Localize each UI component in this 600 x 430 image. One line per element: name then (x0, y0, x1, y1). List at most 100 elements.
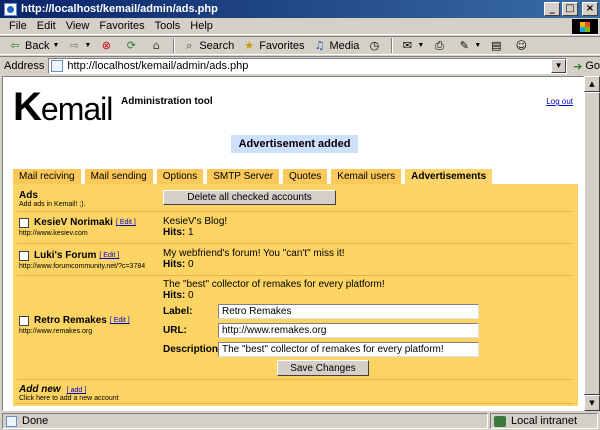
page-subtitle: Administration tool (121, 96, 213, 107)
ad-checkbox[interactable] (19, 217, 29, 228)
address-dropdown-icon[interactable]: ▼ (551, 59, 567, 73)
ad-entry: Luki's Forum [ Edit ] http://www.forumco… (19, 250, 145, 270)
back-dropdown-icon[interactable]: ▼ (52, 42, 59, 49)
go-label: Go (585, 60, 600, 72)
refresh-button[interactable]: ⟳ (120, 37, 145, 54)
tab-options[interactable]: Options (156, 169, 204, 184)
hits-value: 0 (188, 259, 194, 270)
history-button[interactable]: ◷ (363, 37, 388, 54)
status-main: Done (2, 413, 488, 429)
status-zone-text: Local intranet (511, 415, 578, 427)
ad-entry: Retro Remakes [ Edit ] http://www.remake… (19, 315, 130, 335)
ads-title: Ads (19, 190, 38, 201)
forward-button[interactable]: ⇨ ▼ (63, 37, 95, 54)
stop-button[interactable]: ⊗ (95, 37, 120, 54)
scroll-up-icon[interactable]: ▲ (584, 76, 600, 92)
url-input[interactable]: http://www.remakes.org (218, 323, 479, 338)
ad-description: My webfriend's forum! You "can't" miss i… (163, 248, 345, 259)
menu-file[interactable]: File (4, 20, 32, 32)
status-zone: Local intranet (490, 413, 598, 429)
media-button[interactable]: ♫ Media (308, 37, 363, 54)
page-content: Kemail Administration tool Log out Adver… (2, 76, 584, 411)
hits-label: Hits: (163, 227, 186, 238)
minimize-button[interactable]: _ (544, 2, 560, 16)
description-field-label: Description: (163, 344, 222, 355)
ad-edit-link[interactable]: [ Edit ] (116, 219, 136, 226)
tab-smtp-server[interactable]: SMTP Server (207, 169, 280, 184)
ad-name: Luki's Forum (34, 250, 97, 261)
search-label: Search (199, 39, 235, 52)
menu-help[interactable]: Help (185, 20, 218, 32)
ie-page-icon (4, 2, 17, 16)
hits-value: 0 (188, 290, 194, 301)
mail-dropdown-icon[interactable]: ▼ (417, 42, 424, 49)
ad-details: The "best" collector of remakes for ever… (163, 279, 385, 301)
description-input[interactable]: The "best" collector of remakes for ever… (218, 342, 479, 357)
discuss-button[interactable]: ▤ (485, 37, 510, 54)
home-button[interactable]: ⌂ (145, 37, 170, 54)
scroll-thumb[interactable] (584, 92, 600, 395)
ad-edit-link[interactable]: [ Edit ] (99, 252, 119, 259)
menu-favorites[interactable]: Favorites (94, 20, 149, 32)
back-label: Back (25, 39, 50, 52)
ad-checkbox[interactable] (19, 250, 29, 261)
maximize-button[interactable]: □ (562, 2, 578, 16)
tab-advertisements[interactable]: Advertisements (405, 169, 493, 184)
ad-checkbox[interactable] (19, 315, 29, 326)
address-input[interactable]: http://localhost/kemail/admin/ads.php ▼ (48, 58, 568, 74)
ad-edit-link[interactable]: [ Edit ] (110, 317, 130, 324)
address-label: Address (4, 60, 45, 72)
ad-description: The "best" collector of remakes for ever… (163, 279, 385, 290)
hits-label: Hits: (163, 259, 186, 270)
delete-checked-button[interactable]: Delete all checked accounts (163, 190, 336, 205)
mail-button[interactable]: ✉ ▼ (396, 37, 428, 54)
search-button[interactable]: ⌕ Search (178, 37, 238, 54)
scroll-down-icon[interactable]: ▼ (584, 395, 600, 411)
toolbar: ⇦ Back ▼ ⇨ ▼ ⊗ ⟳ ⌂ ⌕ Search ★ Favorites … (0, 36, 600, 55)
save-changes-button[interactable]: Save Changes (277, 360, 369, 376)
favorites-label: Favorites (259, 39, 305, 52)
add-link[interactable]: [ add ] (67, 387, 86, 394)
forward-dropdown-icon[interactable]: ▼ (84, 42, 91, 49)
toolbar-separator (173, 38, 176, 53)
menu-tools[interactable]: Tools (150, 20, 186, 32)
ads-panel: Ads Add ads in Kemail! ;). Delete all ch… (13, 184, 578, 406)
menu-view[interactable]: View (61, 20, 95, 32)
label-input[interactable]: Retro Remakes (218, 304, 479, 319)
vertical-scrollbar[interactable]: ▲ ▼ (584, 76, 600, 411)
divider (17, 243, 573, 244)
ad-details: KesieV's Blog! Hits: 1 (163, 216, 227, 238)
tab-kemail-users[interactable]: Kemail users (331, 169, 402, 184)
url-field-label: URL: (163, 325, 187, 336)
print-button[interactable]: ⎙ (428, 37, 453, 54)
ad-details: My webfriend's forum! You "can't" miss i… (163, 248, 345, 270)
windows-logo-icon (572, 19, 598, 34)
edit-dropdown-icon[interactable]: ▼ (474, 42, 481, 49)
search-icon: ⌕ (186, 38, 193, 52)
tab-quotes[interactable]: Quotes (283, 169, 328, 184)
hits-label: Hits: (163, 290, 186, 301)
menu-edit[interactable]: Edit (32, 20, 61, 32)
label-field-label: Label: (163, 306, 193, 317)
go-arrow-icon: ➜ (573, 59, 583, 73)
page-icon (51, 60, 64, 72)
edit-page-button[interactable]: ✎ ▼ (453, 37, 485, 54)
ads-header: Ads Add ads in Kemail! ;). (19, 190, 86, 208)
logout-link[interactable]: Log out (546, 97, 573, 106)
logo-k: K (13, 85, 42, 129)
tab-mail-reciving[interactable]: Mail reciving (13, 169, 81, 184)
history-icon: ◷ (369, 38, 380, 52)
tab-mail-sending[interactable]: Mail sending (84, 169, 153, 184)
address-bar: Address http://localhost/kemail/admin/ad… (0, 56, 600, 75)
messenger-icon: ☺ (515, 38, 528, 52)
print-icon: ⎙ (434, 38, 444, 52)
messenger-button[interactable]: ☺ (510, 37, 535, 54)
edit-page-icon: ✎ (459, 38, 469, 52)
favorites-button[interactable]: ★ Favorites (238, 37, 308, 54)
close-button[interactable]: × (582, 2, 598, 16)
back-button[interactable]: ⇦ Back ▼ (4, 37, 63, 54)
add-new-title: Add new (19, 384, 61, 395)
go-button[interactable]: ➜ Go (573, 60, 600, 73)
add-new-section: Add new [ add ] Click here to add a new … (19, 383, 119, 402)
forward-arrow-icon: ⇨ (69, 38, 80, 52)
